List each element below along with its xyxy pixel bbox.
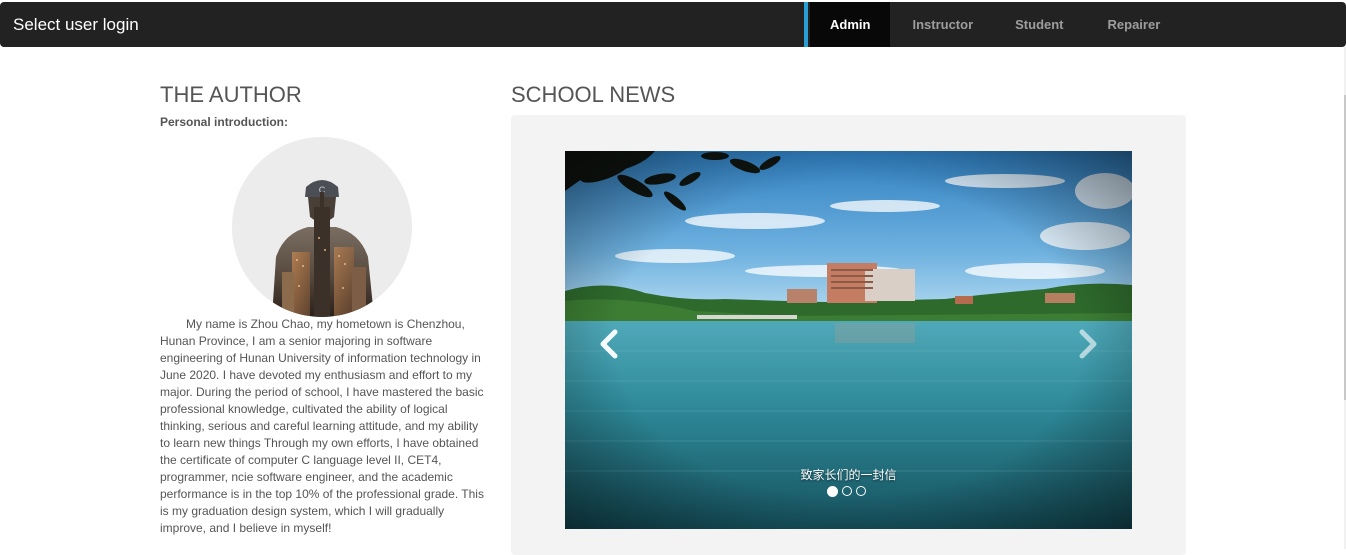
author-bio: My name is Zhou Chao, my hometown is Che… xyxy=(160,317,484,535)
nav-accent-bar xyxy=(804,2,808,47)
tab-repairer[interactable]: Repairer xyxy=(1088,2,1181,47)
author-section: THE AUTHOR Personal introduction: C My n… xyxy=(160,82,485,535)
intro-label: Personal introduction: xyxy=(160,115,289,129)
carousel-caption: 致家长们的一封信 xyxy=(800,468,897,482)
tab-student[interactable]: Student xyxy=(995,2,1085,47)
navbar-brand[interactable]: Select user login xyxy=(13,15,139,35)
carousel-indicators xyxy=(827,486,866,497)
news-heading: SCHOOL NEWS xyxy=(511,82,676,107)
chevron-left-icon xyxy=(600,329,618,359)
carousel-next-button[interactable] xyxy=(1076,329,1100,359)
carousel-indicator-3[interactable] xyxy=(856,486,866,496)
top-navbar: Select user login Admin Instructor Stude… xyxy=(0,2,1346,47)
tab-admin[interactable]: Admin xyxy=(810,2,891,47)
carousel-prev-button[interactable] xyxy=(597,329,621,359)
chevron-right-icon xyxy=(1079,329,1097,359)
author-heading: THE AUTHOR xyxy=(160,82,302,107)
news-carousel[interactable]: 致家长们的一封信 xyxy=(565,151,1132,529)
tab-instructor[interactable]: Instructor xyxy=(892,2,993,47)
carousel-indicator-2[interactable] xyxy=(842,486,852,496)
login-role-tabs: Admin Instructor Student Repairer xyxy=(810,2,1182,47)
news-section: SCHOOL NEWS xyxy=(511,82,675,108)
carousel-indicator-1[interactable] xyxy=(827,486,838,497)
author-avatar: C xyxy=(232,137,412,317)
